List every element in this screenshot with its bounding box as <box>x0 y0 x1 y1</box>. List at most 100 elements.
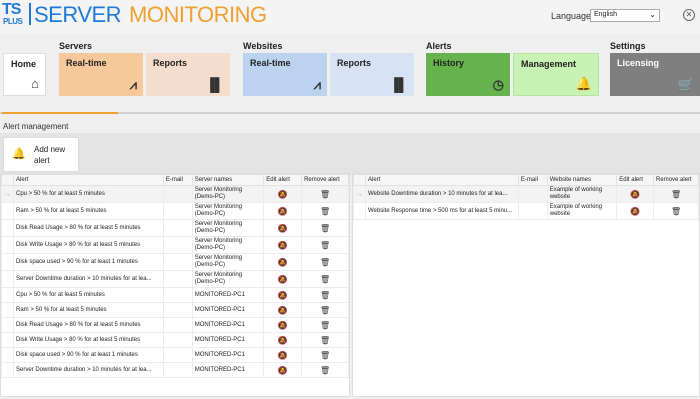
tile-servers-reports-label: Reports <box>153 58 188 68</box>
table-row[interactable]: Disk space used > 90 % for at least 1 mi… <box>1 253 349 271</box>
edit-alert-button[interactable]: 🔕 <box>263 185 303 203</box>
edit-bell-icon: 🔕 <box>277 223 288 233</box>
remove-alert-button[interactable]: 🗑 <box>301 287 349 303</box>
row-selector[interactable]: → <box>353 185 366 203</box>
row-selector[interactable] <box>1 347 14 363</box>
edit-bell-icon: 🔕 <box>277 257 288 267</box>
table-row[interactable]: Disk space used > 90 % for at least 1 mi… <box>1 347 349 363</box>
col-edit-alert[interactable]: Edit alert <box>616 174 655 186</box>
row-selector[interactable] <box>1 302 14 318</box>
remove-alert-button[interactable]: 🗑 <box>301 253 349 271</box>
col-alert[interactable]: Alert <box>365 174 519 186</box>
server-name-cell: MONITORED-PC1 <box>191 347 265 363</box>
edit-alert-button[interactable]: 🔕 <box>616 202 655 220</box>
table-row[interactable]: → Cpu > 50 % for at least 5 minutes Server… <box>1 185 349 203</box>
table-row[interactable]: Disk Write Usage > 80 % for at least 5 m… <box>1 332 349 348</box>
remove-alert-button[interactable]: 🗑 <box>301 302 349 318</box>
row-selector[interactable] <box>1 332 14 348</box>
edit-bell-icon: 🔕 <box>277 350 288 360</box>
language-select[interactable]: English ⌄ <box>590 9 660 22</box>
row-selector[interactable] <box>1 270 14 288</box>
tile-home[interactable]: Home ⌂ <box>3 53 46 96</box>
remove-alert-button[interactable]: 🗑 <box>301 185 349 203</box>
edit-bell-icon: 🔕 <box>277 335 288 345</box>
edit-alert-button[interactable]: 🔕 <box>263 347 303 363</box>
col-alert[interactable]: Alert <box>13 174 164 186</box>
table-row[interactable]: Ram > 50 % for at least 5 minutes Server … <box>1 202 349 220</box>
edit-alert-button[interactable]: 🔕 <box>263 332 303 348</box>
bar-chart-icon: ▐▌ <box>389 77 408 92</box>
row-selector[interactable] <box>1 317 14 333</box>
table-row[interactable]: Disk Write Usage > 80 % for at least 5 m… <box>1 236 349 254</box>
remove-alert-button[interactable]: 🗑 <box>301 347 349 363</box>
table-row[interactable]: Website Response time > 500 ms for at le… <box>353 202 699 220</box>
tile-websites-realtime[interactable]: Real-time ⩘ <box>243 53 327 96</box>
remove-alert-button[interactable]: 🗑 <box>301 362 349 378</box>
edit-alert-button[interactable]: 🔕 <box>263 253 303 271</box>
row-selector[interactable] <box>1 287 14 303</box>
edit-alert-button[interactable]: 🔕 <box>263 302 303 318</box>
row-selector[interactable] <box>1 253 14 271</box>
edit-alert-button[interactable]: 🔕 <box>263 362 303 378</box>
table-row[interactable]: Server Downtime duration > 10 minutes fo… <box>1 362 349 378</box>
add-alert-button[interactable]: 🔔 Add new alert <box>3 137 79 172</box>
edit-alert-button[interactable]: 🔕 <box>263 219 303 237</box>
server-name-cell: MONITORED-PC1 <box>191 302 265 318</box>
server-name-cell: Server Monitoring (Demo-PC) <box>191 253 265 271</box>
edit-alert-button[interactable]: 🔕 <box>263 270 303 288</box>
row-selector[interactable] <box>1 236 14 254</box>
table-row[interactable]: Disk Read Usage > 80 % for at least 5 mi… <box>1 317 349 333</box>
tile-servers-realtime[interactable]: Real-time ⩘ <box>59 53 143 96</box>
tile-management[interactable]: Management 🔔 <box>513 53 599 96</box>
table-row[interactable]: Server Downtime duration > 10 minutes fo… <box>1 270 349 288</box>
tile-servers-reports[interactable]: Reports ▐▌ <box>146 53 230 96</box>
tile-home-label: Home <box>11 59 37 69</box>
col-server-names[interactable]: Server names <box>191 174 265 186</box>
group-websites: Websites <box>243 41 283 51</box>
row-selector[interactable] <box>1 362 14 378</box>
table-row[interactable]: → Website Downtime duration > 10 minutes … <box>353 185 699 203</box>
remove-alert-button[interactable]: 🗑 <box>301 270 349 288</box>
cart-icon: 🛒 <box>677 77 694 92</box>
trash-icon: 🗑 <box>319 223 331 233</box>
tile-licensing-label: Licensing <box>617 58 660 68</box>
table-row[interactable]: Cpu > 50 % for at least 5 minutes MONITOR… <box>1 287 349 303</box>
tile-websites-reports-label: Reports <box>337 58 372 68</box>
remove-alert-button[interactable]: 🗑 <box>301 236 349 254</box>
edit-alert-button[interactable]: 🔕 <box>263 236 303 254</box>
edit-alert-button[interactable]: 🔕 <box>616 185 655 203</box>
row-selector[interactable] <box>1 202 14 220</box>
row-selector[interactable] <box>1 219 14 237</box>
remove-alert-button[interactable]: 🗑 <box>301 332 349 348</box>
remove-alert-button[interactable]: 🗑 <box>653 185 699 203</box>
edit-alert-button[interactable]: 🔕 <box>263 202 303 220</box>
table-row[interactable]: Disk Read Usage > 80 % for at least 5 mi… <box>1 219 349 237</box>
alert-cell: Website Response time > 500 ms for at le… <box>365 202 519 220</box>
remove-alert-button[interactable]: 🗑 <box>301 219 349 237</box>
alert-cell: Ram > 50 % for at least 5 minutes <box>13 202 164 220</box>
edit-alert-button[interactable]: 🔕 <box>263 317 303 333</box>
trash-icon: 🗑 <box>319 240 331 250</box>
remove-alert-button[interactable]: 🗑 <box>301 317 349 333</box>
table-row[interactable]: Ram > 50 % for at least 5 minutes MONITOR… <box>1 302 349 318</box>
edit-alert-button[interactable]: 🔕 <box>263 287 303 303</box>
col-remove-alert[interactable]: Remove alert <box>301 174 349 186</box>
tile-licensing[interactable]: Licensing 🛒 <box>610 53 700 96</box>
col-email[interactable]: E-mail <box>517 174 548 186</box>
tile-websites-reports[interactable]: Reports ▐▌ <box>330 53 414 96</box>
row-selector[interactable]: → <box>1 185 14 203</box>
remove-alert-button[interactable]: 🗑 <box>653 202 699 220</box>
col-edit-alert[interactable]: Edit alert <box>263 174 303 186</box>
col-website-names[interactable]: Website names <box>546 174 618 186</box>
chevron-down-icon: ⌄ <box>649 10 656 19</box>
server-alerts-panel: Alert E-mail Server names Edit alert Rem… <box>0 173 350 397</box>
row-selector[interactable] <box>353 202 366 220</box>
home-icon: ⌂ <box>31 76 39 91</box>
col-marker <box>353 174 366 186</box>
close-icon[interactable]: ✕ <box>683 9 695 21</box>
col-remove-alert[interactable]: Remove alert <box>653 174 699 186</box>
tile-history[interactable]: History ◷ <box>426 53 510 96</box>
remove-alert-button[interactable]: 🗑 <box>301 202 349 220</box>
alert-cell: Disk space used > 90 % for at least 1 mi… <box>13 253 164 271</box>
col-email[interactable]: E-mail <box>162 174 193 186</box>
